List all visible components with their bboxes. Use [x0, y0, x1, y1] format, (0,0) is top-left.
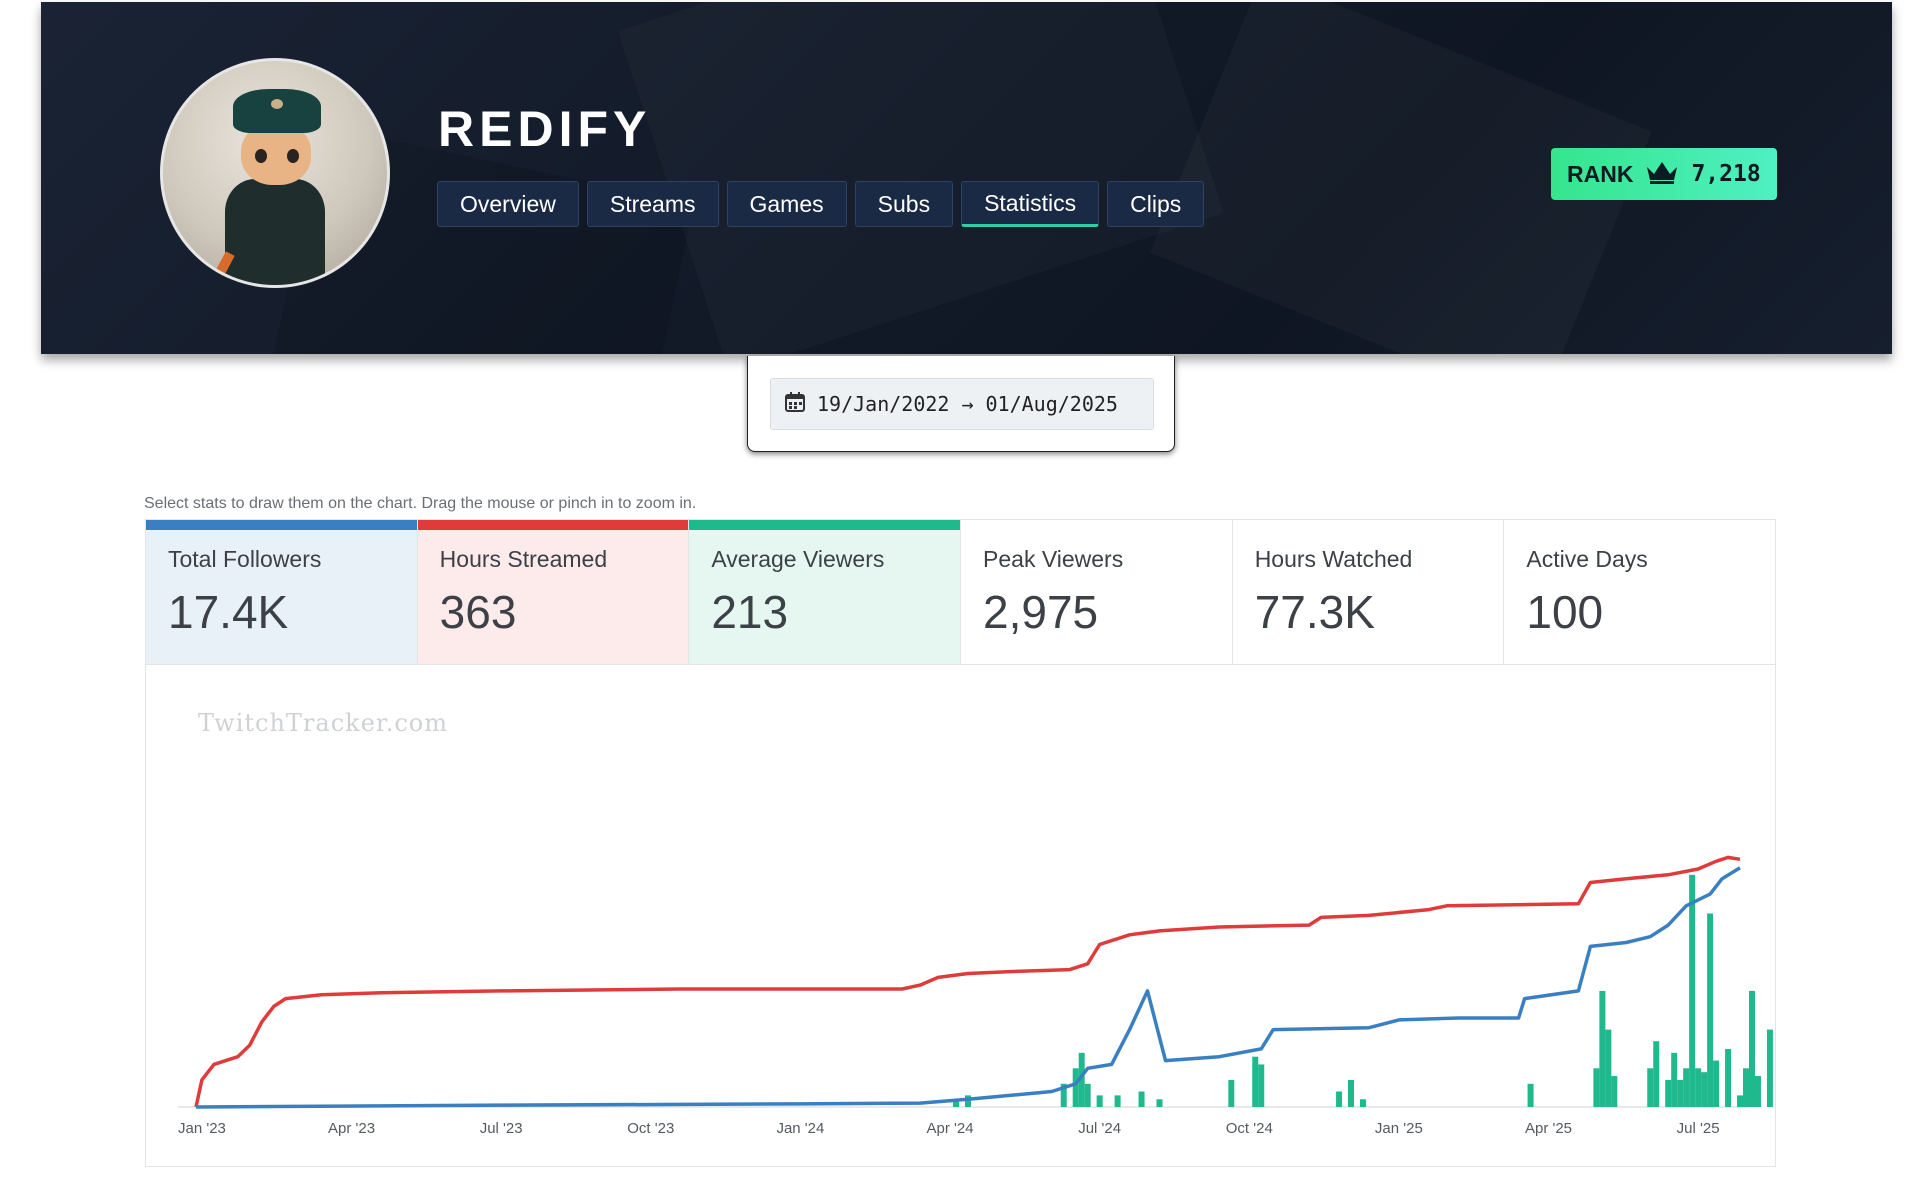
stat-active-days[interactable]: Active Days 100	[1504, 520, 1776, 664]
x-tick-label: Oct '24	[1226, 1120, 1273, 1137]
average-viewers-bar[interactable]	[1743, 1068, 1749, 1107]
average-viewers-bar[interactable]	[1084, 1083, 1091, 1107]
average-viewers-bar[interactable]	[1114, 1095, 1121, 1107]
x-tick-label: Jan '25	[1375, 1120, 1423, 1137]
average-viewers-bar[interactable]	[1359, 1099, 1366, 1107]
date-range-picker[interactable]: 19/Jan/2022 → 01/Aug/2025	[770, 378, 1154, 430]
stat-label: Hours Watched	[1254, 546, 1413, 572]
stat-value: 100	[1526, 586, 1604, 638]
stat-color-bar	[417, 520, 689, 530]
banner-shape	[618, 2, 1224, 354]
average-viewers-bar[interactable]	[1138, 1091, 1145, 1107]
channel-nav: Overview Streams Games Subs Statistics C…	[437, 181, 1205, 227]
average-viewers-bar[interactable]	[1671, 1052, 1678, 1107]
tab-subs[interactable]: Subs	[854, 181, 954, 227]
average-viewers-bar[interactable]	[1593, 1068, 1600, 1107]
average-viewers-bar[interactable]	[1156, 1099, 1163, 1107]
average-viewers-bar[interactable]	[1665, 1079, 1672, 1107]
stat-label: Average Viewers	[711, 546, 885, 572]
rank-label: RANK	[1567, 160, 1634, 187]
stat-total-followers[interactable]: Total Followers 17.4K	[146, 520, 418, 664]
average-viewers-bar[interactable]	[1689, 874, 1696, 1107]
stats-chart[interactable]: TwitchTracker.com Jan '23 Apr '23 Jul '23 O…	[145, 665, 1776, 1167]
chart-hint: Select stats to draw them on the chart. …	[144, 495, 697, 512]
avatar-image-part	[255, 149, 267, 163]
average-viewers-bar[interactable]	[1713, 1060, 1720, 1107]
average-viewers-bar[interactable]	[1258, 1064, 1265, 1107]
average-viewers-bar[interactable]	[1701, 1072, 1708, 1107]
average-viewers-bar[interactable]	[1754, 1076, 1761, 1107]
average-viewers-bar[interactable]	[1737, 1095, 1744, 1107]
x-tick-label: Jul '25	[1677, 1120, 1720, 1137]
avatar-image-part	[225, 179, 325, 285]
date-range-card: 19/Jan/2022 → 01/Aug/2025	[747, 356, 1175, 452]
stat-value: 77.3K	[1254, 586, 1375, 638]
average-viewers-bar[interactable]	[1527, 1083, 1534, 1107]
avatar-image-part	[233, 89, 321, 133]
average-viewers-bar[interactable]	[1695, 1068, 1702, 1107]
stat-value: 2,975	[983, 586, 1099, 638]
average-viewers-bar[interactable]	[1252, 1056, 1259, 1107]
stat-value: 213	[711, 586, 789, 638]
tab-statistics[interactable]: Statistics	[961, 181, 1100, 227]
stat-label: Active Days	[1526, 546, 1648, 572]
stat-value: 363	[439, 586, 517, 638]
x-tick-label: Jan '23	[178, 1120, 226, 1137]
x-tick-label: Jul '23	[480, 1120, 523, 1137]
average-viewers-bar[interactable]	[1605, 1029, 1612, 1107]
date-start: 19/Jan/2022	[817, 392, 950, 416]
chart-svg[interactable]: Jan '23 Apr '23 Jul '23 Oct '23 Jan '24 Apr '…	[146, 665, 1777, 1167]
average-viewers-bar[interactable]	[1072, 1068, 1079, 1107]
average-viewers-bar[interactable]	[1336, 1091, 1343, 1107]
stat-hours-watched[interactable]: Hours Watched 77.3K	[1232, 520, 1505, 664]
watermark: TwitchTracker.com	[198, 709, 449, 737]
x-tick-label: Apr '24	[926, 1120, 973, 1137]
avatar-image-part	[287, 149, 299, 163]
stat-selector: Total Followers 17.4K Hours Streamed 363…	[145, 519, 1776, 665]
avatar[interactable]	[160, 58, 390, 288]
tab-streams[interactable]: Streams	[586, 181, 719, 227]
average-viewers-bar[interactable]	[1348, 1079, 1355, 1107]
tab-overview[interactable]: Overview	[437, 181, 579, 227]
tab-clips[interactable]: Clips	[1107, 181, 1205, 227]
stat-value: 17.4K	[168, 586, 289, 638]
stat-hours-streamed[interactable]: Hours Streamed 363	[417, 520, 690, 664]
tab-games[interactable]: Games	[726, 181, 847, 227]
average-viewers-bar[interactable]	[1611, 1076, 1618, 1107]
x-tick-label: Jan '24	[776, 1120, 824, 1137]
stat-label: Total Followers	[168, 546, 322, 572]
date-end: 01/Aug/2025	[985, 392, 1118, 416]
average-viewers-bar[interactable]	[1228, 1079, 1235, 1107]
stat-average-viewers[interactable]: Average Viewers 213	[689, 520, 962, 664]
stat-label: Hours Streamed	[439, 546, 608, 572]
stat-color-bar	[689, 520, 961, 530]
average-viewers-bar[interactable]	[1096, 1095, 1103, 1107]
average-viewers-bar[interactable]	[1707, 913, 1714, 1108]
calendar-icon	[785, 391, 805, 417]
hours-streamed-line[interactable]	[194, 855, 1741, 1108]
x-tick-label: Jul '24	[1078, 1120, 1121, 1137]
crown-icon	[1645, 159, 1679, 190]
average-viewers-bar[interactable]	[1748, 990, 1755, 1107]
average-viewers-bar[interactable]	[1725, 1048, 1732, 1107]
average-viewers-bar[interactable]	[1677, 1079, 1684, 1107]
average-viewers-bar[interactable]	[1766, 1029, 1773, 1107]
stat-color-bar	[146, 520, 417, 530]
x-tick-label: Oct '23	[627, 1120, 674, 1137]
stat-peak-viewers[interactable]: Peak Viewers 2,975	[961, 520, 1233, 664]
arrow-right-icon: →	[961, 392, 974, 416]
rank-badge[interactable]: RANK 7,218	[1551, 148, 1777, 200]
rank-value: 7,218	[1691, 161, 1761, 187]
avatar-image-part	[271, 99, 283, 109]
average-viewers-bar[interactable]	[1647, 1068, 1654, 1107]
x-tick-label: Apr '25	[1525, 1120, 1572, 1137]
stat-label: Peak Viewers	[983, 546, 1124, 572]
x-tick-label: Apr '23	[328, 1120, 375, 1137]
average-viewers-bar[interactable]	[1599, 990, 1606, 1107]
average-viewers-bar[interactable]	[1653, 1041, 1660, 1107]
average-viewers-bar[interactable]	[1683, 1068, 1690, 1107]
channel-name: REDIFY	[438, 101, 652, 157]
